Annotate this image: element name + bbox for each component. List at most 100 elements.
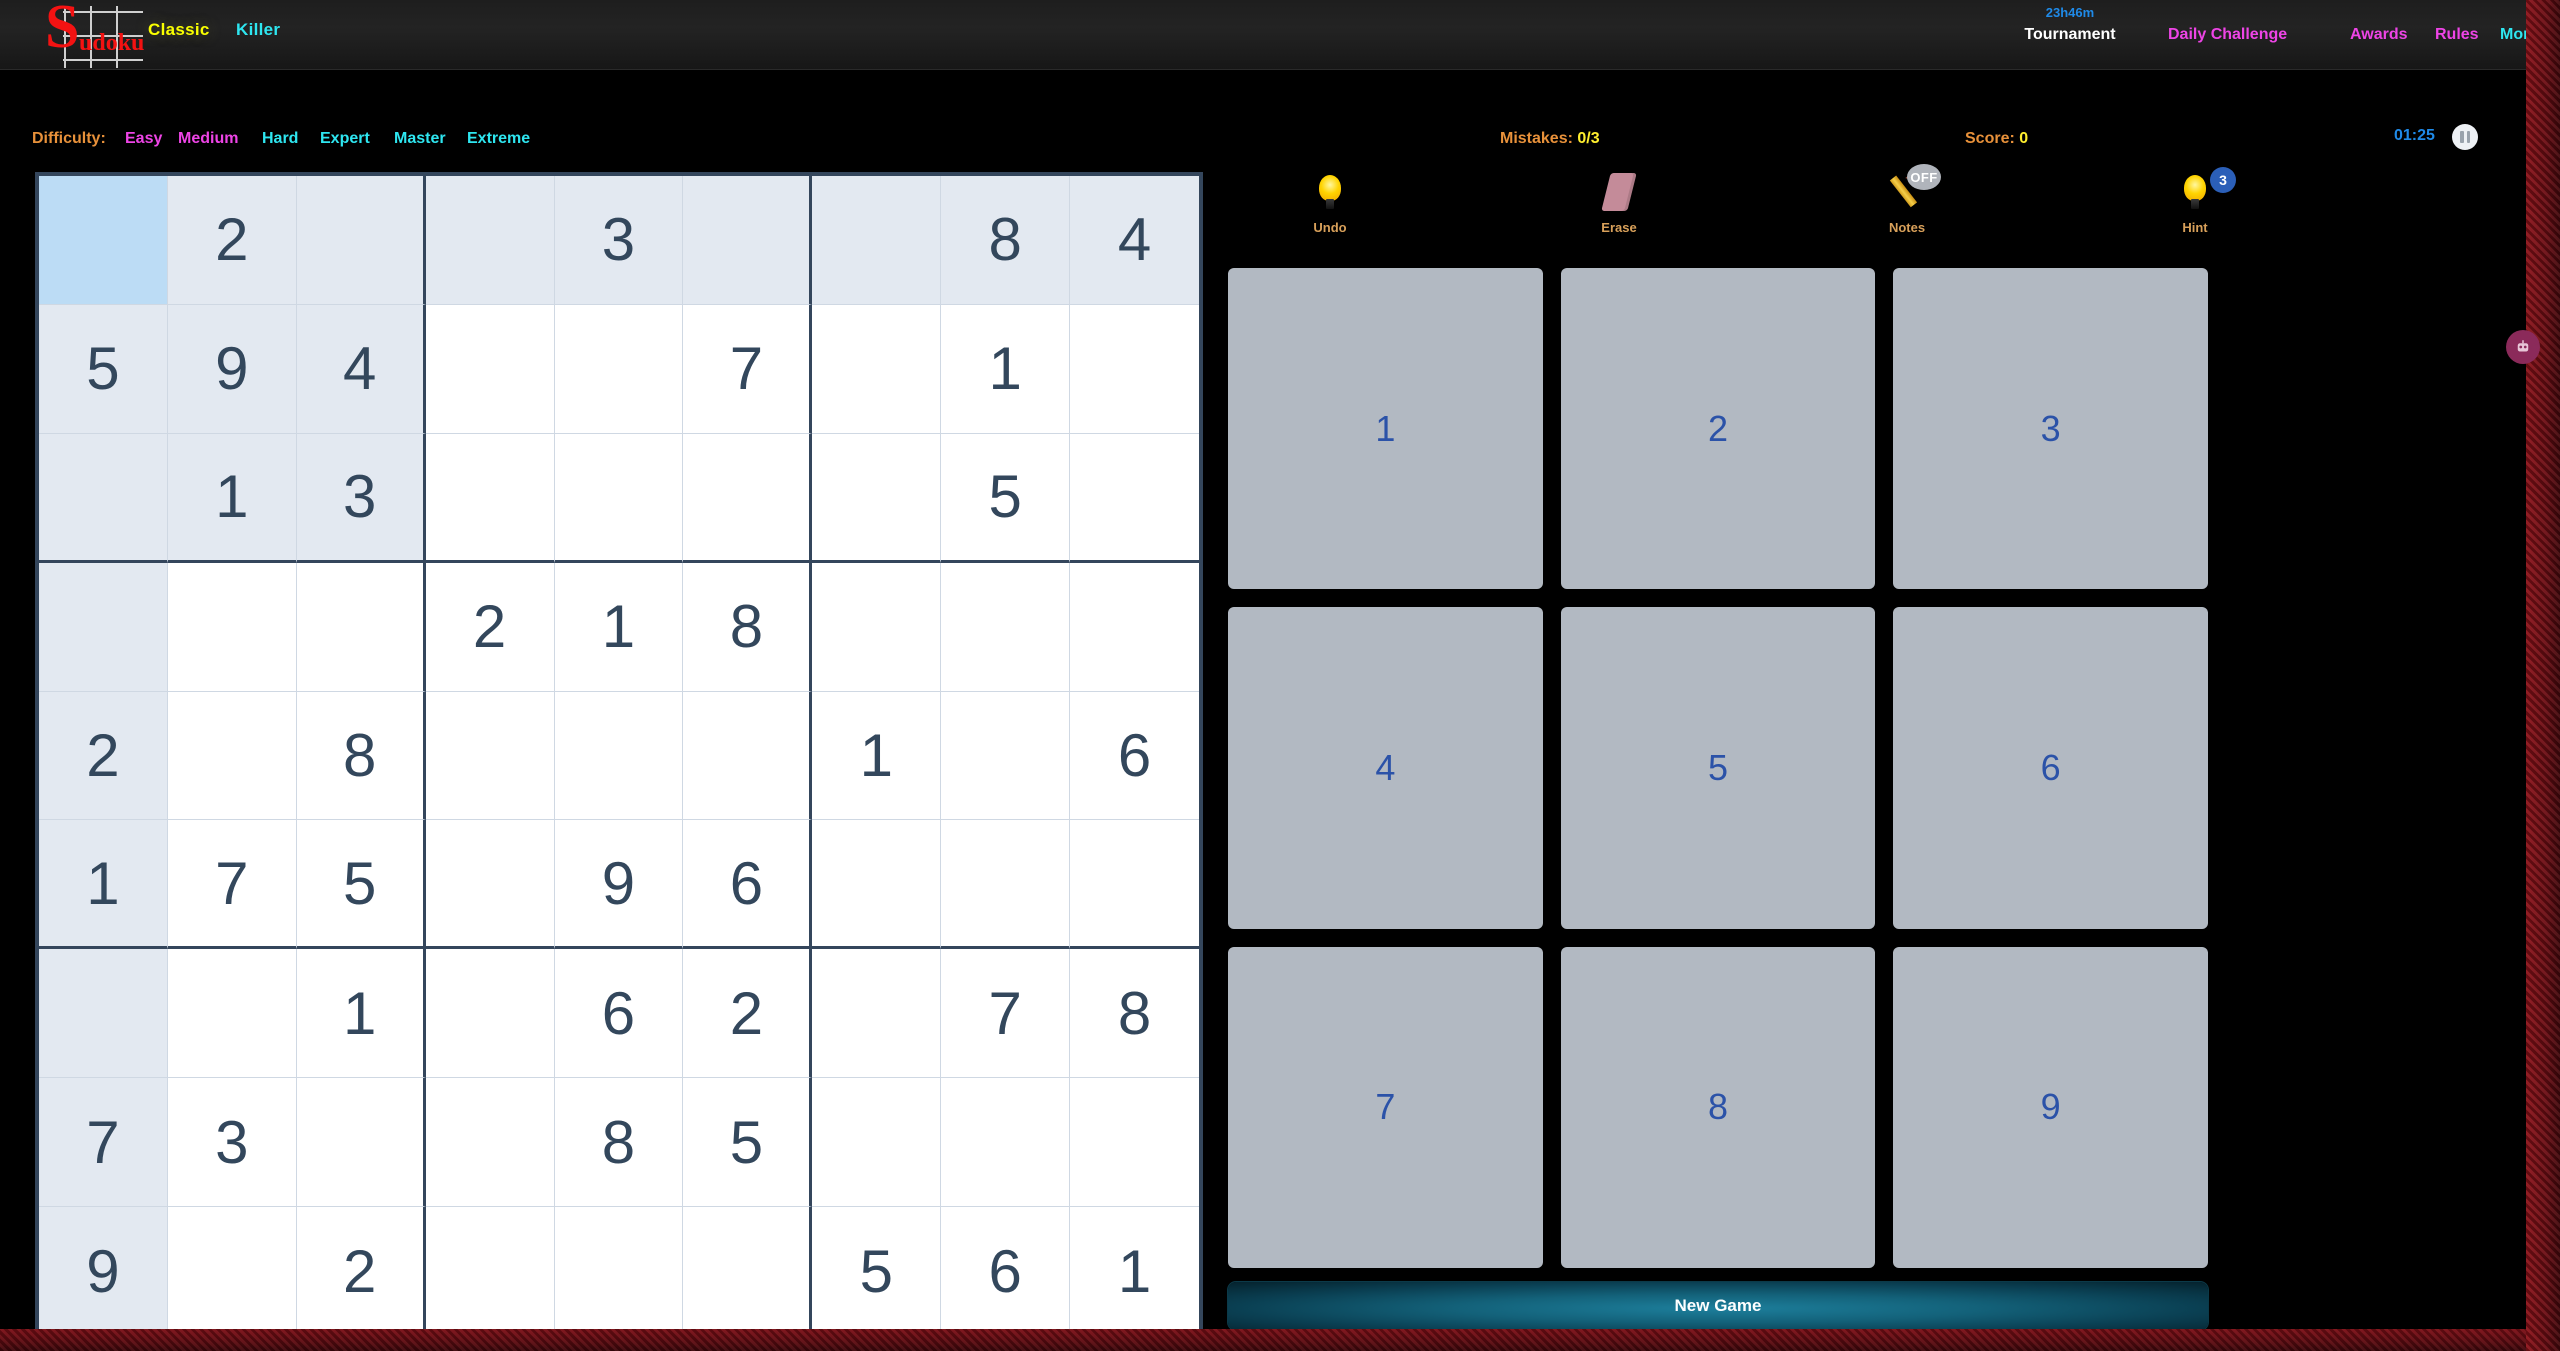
cell-r0-c2[interactable] (296, 176, 426, 305)
numpad-key-6[interactable]: 6 (1893, 607, 2208, 929)
cell-r3-c5[interactable]: 8 (683, 562, 813, 692)
cell-r2-c6[interactable] (812, 433, 942, 563)
sudoku-board[interactable]: 23845947113521828161759616278738592561 (35, 172, 1203, 1340)
cell-r6-c0[interactable] (39, 949, 168, 1079)
cell-r2-c8[interactable] (1070, 433, 1199, 563)
cell-r6-c1[interactable] (167, 949, 297, 1079)
difficulty-extreme[interactable]: Extreme (467, 130, 530, 148)
cell-r2-c3[interactable] (425, 433, 555, 563)
cell-r0-c7[interactable]: 8 (941, 176, 1071, 305)
difficulty-easy[interactable]: Easy (125, 130, 162, 148)
cell-r4-c3[interactable] (425, 691, 555, 821)
mode-tab-classic[interactable]: Classic (148, 20, 210, 40)
cell-r5-c4[interactable]: 9 (554, 820, 684, 950)
cell-r1-c2[interactable]: 4 (296, 304, 426, 434)
difficulty-hard[interactable]: Hard (262, 130, 298, 148)
cell-r2-c5[interactable] (683, 433, 813, 563)
cell-r4-c4[interactable] (554, 691, 684, 821)
mode-tab-killer[interactable]: Killer (236, 20, 280, 40)
new-game-button[interactable]: New Game (1228, 1282, 2208, 1330)
robot-icon[interactable] (2506, 330, 2540, 364)
numpad-key-8[interactable]: 8 (1560, 946, 1876, 1268)
cell-r0-c1[interactable]: 2 (167, 176, 297, 305)
cell-r2-c4[interactable] (554, 433, 684, 563)
cell-r4-c6[interactable]: 1 (812, 691, 942, 821)
cell-r0-c3[interactable] (425, 176, 555, 305)
cell-r2-c1[interactable]: 1 (167, 433, 297, 563)
cell-r8-c4[interactable] (554, 1207, 684, 1336)
cell-r8-c7[interactable]: 6 (941, 1207, 1071, 1336)
nav-daily-challenge[interactable]: Daily Challenge (2168, 26, 2287, 44)
nav-rules[interactable]: Rules (2435, 26, 2479, 44)
cell-r6-c6[interactable] (812, 949, 942, 1079)
cell-r1-c1[interactable]: 9 (167, 304, 297, 434)
hint-button[interactable]: 3 Hint (2140, 167, 2250, 235)
cell-r1-c6[interactable] (812, 304, 942, 434)
cell-r3-c2[interactable] (296, 562, 426, 692)
cell-r5-c3[interactable] (425, 820, 555, 950)
cell-r5-c7[interactable] (941, 820, 1071, 950)
cell-r1-c0[interactable]: 5 (39, 304, 168, 434)
cell-r2-c0[interactable] (39, 433, 168, 563)
cell-r5-c1[interactable]: 7 (167, 820, 297, 950)
cell-r3-c4[interactable]: 1 (554, 562, 684, 692)
cell-r4-c2[interactable]: 8 (296, 691, 426, 821)
cell-r7-c3[interactable] (425, 1078, 555, 1208)
cell-r1-c3[interactable] (425, 304, 555, 434)
numpad-key-4[interactable]: 4 (1228, 607, 1543, 929)
cell-r1-c4[interactable] (554, 304, 684, 434)
cell-r2-c7[interactable]: 5 (941, 433, 1071, 563)
cell-r1-c5[interactable]: 7 (683, 304, 813, 434)
cell-r7-c4[interactable]: 8 (554, 1078, 684, 1208)
cell-r4-c5[interactable] (683, 691, 813, 821)
cell-r6-c8[interactable]: 8 (1070, 949, 1199, 1079)
cell-r0-c6[interactable] (812, 176, 942, 305)
nav-awards[interactable]: Awards (2350, 26, 2408, 44)
numpad-key-9[interactable]: 9 (1893, 946, 2208, 1268)
cell-r8-c0[interactable]: 9 (39, 1207, 168, 1336)
cell-r3-c0[interactable] (39, 562, 168, 692)
difficulty-medium[interactable]: Medium (178, 130, 238, 148)
cell-r7-c6[interactable] (812, 1078, 942, 1208)
numpad-key-2[interactable]: 2 (1560, 268, 1876, 590)
numpad-key-7[interactable]: 7 (1228, 946, 1543, 1268)
cell-r5-c8[interactable] (1070, 820, 1199, 950)
cell-r6-c4[interactable]: 6 (554, 949, 684, 1079)
difficulty-expert[interactable]: Expert (320, 130, 370, 148)
cell-r5-c0[interactable]: 1 (39, 820, 168, 950)
numpad-key-5[interactable]: 5 (1560, 607, 1876, 929)
cell-r0-c0[interactable] (39, 176, 168, 305)
cell-r7-c8[interactable] (1070, 1078, 1199, 1208)
cell-r4-c8[interactable]: 6 (1070, 691, 1199, 821)
cell-r0-c4[interactable]: 3 (554, 176, 684, 305)
cell-r8-c3[interactable] (425, 1207, 555, 1336)
cell-r7-c5[interactable]: 5 (683, 1078, 813, 1208)
cell-r6-c7[interactable]: 7 (941, 949, 1071, 1079)
cell-r7-c0[interactable]: 7 (39, 1078, 168, 1208)
cell-r3-c1[interactable] (167, 562, 297, 692)
cell-r2-c2[interactable]: 3 (296, 433, 426, 563)
cell-r8-c6[interactable]: 5 (812, 1207, 942, 1336)
cell-r5-c2[interactable]: 5 (296, 820, 426, 950)
cell-r8-c1[interactable] (167, 1207, 297, 1336)
undo-button[interactable]: Undo (1275, 168, 1385, 235)
cell-r7-c7[interactable] (941, 1078, 1071, 1208)
numpad-key-1[interactable]: 1 (1228, 268, 1543, 590)
number-pad[interactable]: 123 456 789 (1228, 268, 2208, 1268)
cell-r6-c3[interactable] (425, 949, 555, 1079)
cell-r3-c3[interactable]: 2 (425, 562, 555, 692)
numpad-key-3[interactable]: 3 (1893, 268, 2208, 590)
cell-r3-c6[interactable] (812, 562, 942, 692)
cell-r0-c8[interactable]: 4 (1070, 176, 1199, 305)
cell-r7-c2[interactable] (296, 1078, 426, 1208)
cell-r7-c1[interactable]: 3 (167, 1078, 297, 1208)
cell-r8-c8[interactable]: 1 (1070, 1207, 1199, 1336)
pause-icon[interactable] (2452, 124, 2478, 150)
cell-r1-c7[interactable]: 1 (941, 304, 1071, 434)
cell-r4-c0[interactable]: 2 (39, 691, 168, 821)
cell-r6-c2[interactable]: 1 (296, 949, 426, 1079)
cell-r6-c5[interactable]: 2 (683, 949, 813, 1079)
cell-r4-c1[interactable] (167, 691, 297, 821)
cell-r0-c5[interactable] (683, 176, 813, 305)
cell-r1-c8[interactable] (1070, 304, 1199, 434)
